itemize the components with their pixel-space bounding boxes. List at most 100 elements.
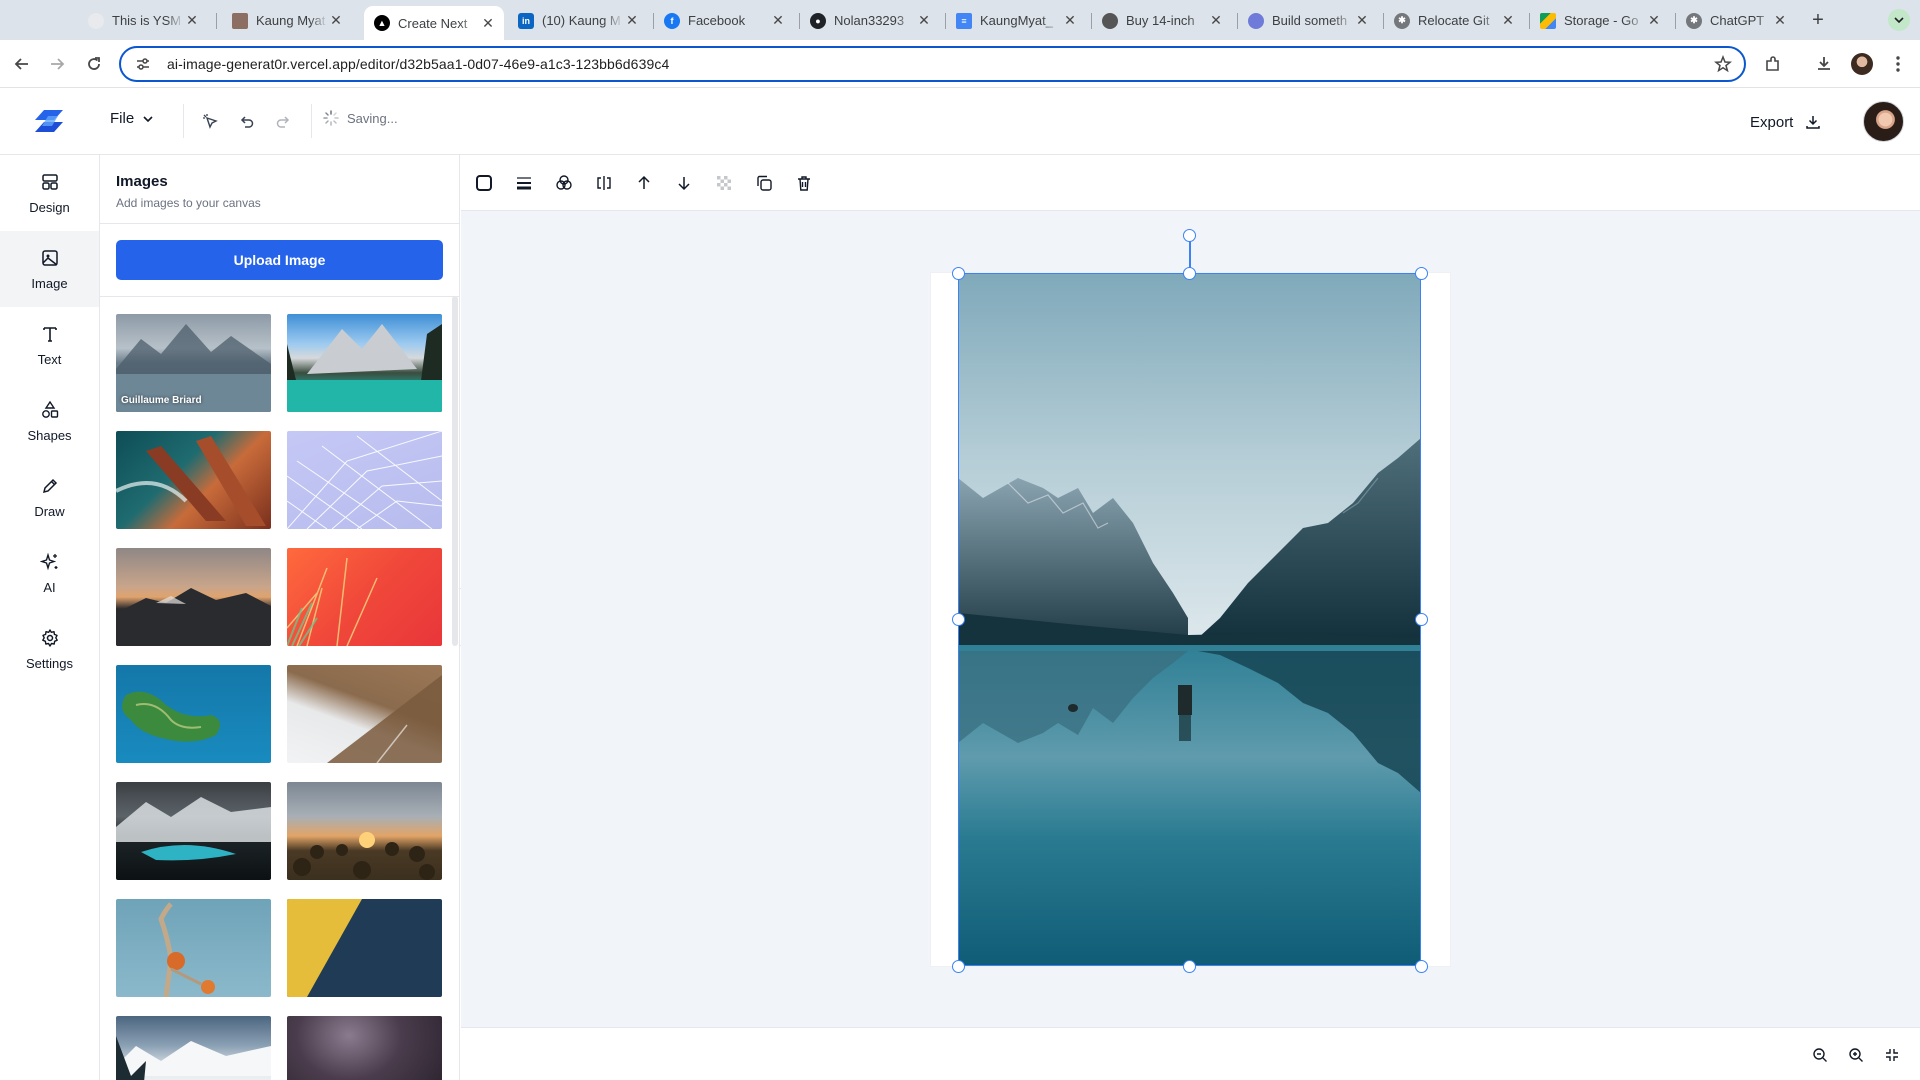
delete-button[interactable]	[793, 172, 815, 194]
resize-handle-bottom-left[interactable]	[952, 960, 965, 973]
close-icon[interactable]: ✕	[1062, 12, 1078, 29]
rail-item-shapes[interactable]: Shapes	[0, 383, 99, 459]
fill-color-button[interactable]	[473, 172, 495, 194]
bring-forward-button[interactable]	[633, 172, 655, 194]
address-bar[interactable]: ai-image-generat0r.vercel.app/editor/d32…	[119, 46, 1746, 82]
browser-tab[interactable]: ✱ ChatGPT ✕	[1676, 6, 1796, 35]
rail-item-settings[interactable]: Settings	[0, 611, 99, 687]
send-backward-button[interactable]	[673, 172, 695, 194]
image-thumbnail[interactable]	[287, 548, 442, 646]
zoom-out-button[interactable]	[1809, 1044, 1831, 1066]
profile-button[interactable]	[1850, 52, 1874, 76]
downloads-button[interactable]	[1812, 52, 1836, 76]
image-thumbnail[interactable]	[287, 665, 442, 763]
flip-button[interactable]	[593, 172, 615, 194]
image-thumbnail[interactable]	[287, 314, 442, 412]
user-avatar[interactable]	[1863, 101, 1904, 142]
new-tab-button[interactable]: +	[1806, 9, 1830, 33]
browser-tab[interactable]: Storage - Go ✕	[1530, 6, 1670, 35]
browser-tab[interactable]: This is YSM ✕	[78, 6, 208, 35]
magic-select-button[interactable]	[199, 110, 221, 132]
close-icon[interactable]: ✕	[184, 12, 200, 29]
image-thumbnail[interactable]	[287, 782, 442, 880]
browser-tab[interactable]: Kaung Myat ✕	[222, 6, 352, 35]
close-icon[interactable]: ✕	[480, 15, 496, 32]
image-thumbnail[interactable]	[116, 1016, 271, 1080]
download-icon	[1818, 57, 1830, 70]
browser-tab-active[interactable]: ▲ Create Next ✕	[364, 6, 504, 40]
close-icon[interactable]: ✕	[624, 12, 640, 29]
browser-tab[interactable]: Build someth ✕	[1238, 6, 1378, 35]
close-icon[interactable]: ✕	[1208, 12, 1224, 29]
tab-label: Buy 14-inch	[1126, 13, 1195, 28]
resize-handle-top[interactable]	[1183, 267, 1196, 280]
image-thumbnail[interactable]	[287, 431, 442, 529]
rail-item-ai[interactable]: AI	[0, 535, 99, 611]
browser-tab[interactable]: in (10) Kaung M ✕	[508, 6, 648, 35]
zoom-in-button[interactable]	[1845, 1044, 1867, 1066]
browser-tab[interactable]: ● Nolan33293 ✕	[800, 6, 940, 35]
close-icon[interactable]: ✕	[1500, 12, 1516, 29]
rail-item-design[interactable]: Design	[0, 155, 99, 231]
resize-handle-top-left[interactable]	[952, 267, 965, 280]
resize-handle-right[interactable]	[1415, 613, 1428, 626]
browser-tab[interactable]: ≡ KaungMyat_ ✕	[946, 6, 1086, 35]
reload-icon	[88, 57, 100, 70]
close-icon[interactable]: ✕	[1772, 12, 1788, 29]
image-thumbnail[interactable]	[116, 665, 271, 763]
rail-item-image[interactable]: Image	[0, 231, 99, 307]
close-icon[interactable]: ✕	[770, 12, 786, 29]
image-thumbnail[interactable]	[116, 548, 271, 646]
app-logo[interactable]	[34, 108, 64, 134]
transparency-button[interactable]	[713, 172, 735, 194]
fit-to-screen-button[interactable]	[1881, 1044, 1903, 1066]
close-icon[interactable]: ✕	[328, 12, 344, 29]
google-drive-icon	[1540, 12, 1556, 29]
close-icon[interactable]: ✕	[916, 12, 932, 29]
resize-handle-bottom[interactable]	[1183, 960, 1196, 973]
browser-tab[interactable]: Buy 14-inch ✕	[1092, 6, 1232, 35]
browser-tab[interactable]: f Facebook ✕	[654, 6, 794, 35]
tab-label: Create Next	[398, 15, 468, 31]
rail-label: Draw	[34, 503, 65, 519]
bookmark-star-icon[interactable]	[1714, 54, 1732, 78]
zoom-in-icon	[1849, 1048, 1863, 1062]
back-button[interactable]	[10, 52, 34, 76]
image-thumbnail[interactable]	[287, 1016, 442, 1080]
browser-tab[interactable]: ✱ Relocate Git ✕	[1384, 6, 1524, 35]
image-thumbnail[interactable]: Guillaume Briard	[116, 314, 271, 412]
file-menu-button[interactable]: File	[110, 110, 154, 127]
redo-button[interactable]	[272, 110, 294, 132]
image-thumbnail[interactable]	[287, 899, 442, 997]
undo-button[interactable]	[236, 110, 258, 132]
close-icon[interactable]: ✕	[1646, 12, 1662, 29]
rotate-handle[interactable]	[1183, 229, 1196, 242]
resize-handle-bottom-right[interactable]	[1415, 960, 1428, 973]
site-info-icon[interactable]	[133, 54, 153, 74]
resize-handle-top-right[interactable]	[1415, 267, 1428, 280]
image-thumbnail[interactable]	[116, 782, 271, 880]
browser-menu-button[interactable]	[1886, 52, 1910, 76]
image-thumbnail[interactable]	[116, 431, 271, 529]
tab-search-button[interactable]	[1888, 9, 1910, 31]
selected-image[interactable]	[958, 273, 1421, 966]
resize-handle-left[interactable]	[952, 613, 965, 626]
extensions-button[interactable]	[1761, 52, 1785, 76]
upload-image-button[interactable]: Upload Image	[116, 240, 443, 280]
checkerboard-icon	[717, 176, 731, 190]
canvas-area[interactable]	[461, 155, 1920, 1080]
rail-item-text[interactable]: Text	[0, 307, 99, 383]
export-button[interactable]: Export	[1750, 108, 1821, 136]
stroke-width-button[interactable]	[513, 172, 535, 194]
forward-button[interactable]	[45, 52, 69, 76]
duplicate-button[interactable]	[753, 172, 775, 194]
close-icon[interactable]: ✕	[1354, 12, 1370, 29]
avatar	[1851, 53, 1873, 75]
image-thumbnail[interactable]	[116, 899, 271, 997]
reload-button[interactable]	[82, 52, 106, 76]
filters-button[interactable]	[553, 172, 575, 194]
panel-scrollbar[interactable]	[452, 296, 458, 646]
tab-label: Nolan33293	[834, 13, 905, 28]
spinner-icon	[323, 110, 339, 126]
rail-item-draw[interactable]: Draw	[0, 459, 99, 535]
